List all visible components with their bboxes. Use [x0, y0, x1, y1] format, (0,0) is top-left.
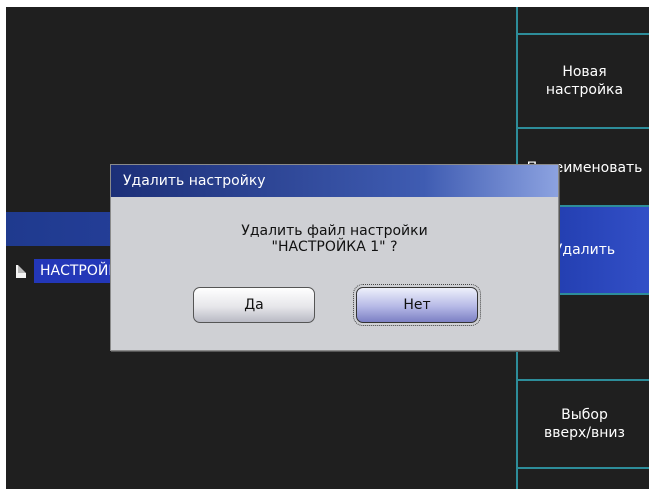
- softkey-7[interactable]: [518, 467, 649, 489]
- delete-confirm-dialog: Удалить настройку Удалить файл настройки…: [110, 164, 559, 351]
- file-icon: [16, 264, 26, 278]
- yes-button[interactable]: Да: [193, 287, 315, 323]
- no-button[interactable]: Нет: [353, 284, 481, 326]
- dialog-message: Удалить файл настройки "НАСТРОЙКА 1" ?: [111, 223, 558, 255]
- softkey-select-up-down[interactable]: Выбор вверх/вниз: [518, 379, 649, 467]
- dialog-title: Удалить настройку: [111, 165, 558, 197]
- device-screen: НАСТРОЙКА 1 Новая настройка Переименоват…: [6, 7, 649, 489]
- softkey-1[interactable]: [518, 7, 649, 33]
- dialog-message-line2: "НАСТРОЙКА 1" ?: [271, 239, 398, 255]
- softkey-new-setting[interactable]: Новая настройка: [518, 33, 649, 127]
- dialog-message-line1: Удалить файл настройки: [241, 223, 428, 239]
